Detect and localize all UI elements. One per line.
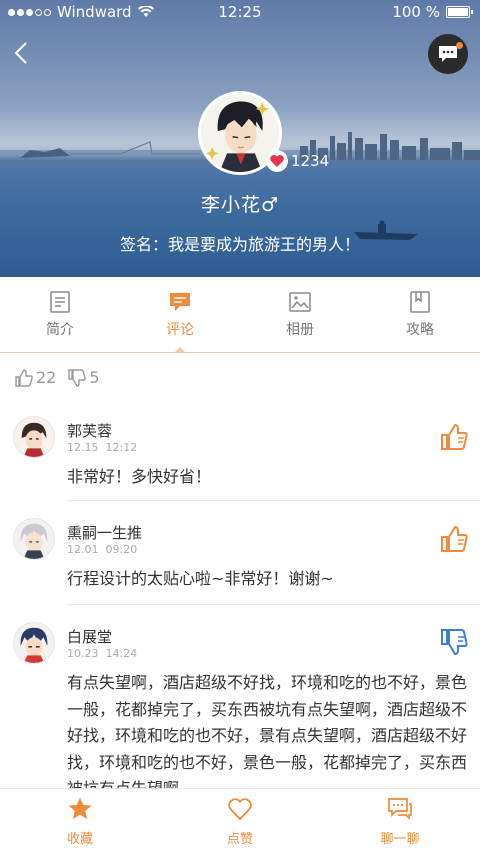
comment-timestamp: 12.15 12:12	[67, 441, 137, 454]
comment-time: 12:12	[105, 441, 138, 454]
bottom-action-bar: 收藏 点赞 聊一聊	[0, 788, 480, 853]
comment-time: 14:24	[105, 647, 138, 660]
back-icon[interactable]	[10, 40, 34, 66]
comment-item: 白展堂 10.23 14:24 有点失望啊，酒店超级不好找，环境和吃的也不好，景…	[0, 616, 480, 788]
heart-outline-icon	[228, 797, 252, 820]
comment-text: 有点失望啊，酒店超级不好找，环境和吃的也不好，景色一般，花都掉完了，买东西被坑有…	[67, 673, 468, 788]
comment-date: 12.15	[67, 441, 99, 454]
chat-label: 聊一聊	[380, 831, 420, 847]
comment-date: 12.01	[67, 543, 99, 556]
chat-bubble-icon	[388, 797, 412, 820]
avatar-image	[14, 623, 54, 663]
commenter-name: 郭芙蓉	[67, 422, 113, 440]
comment-text: 行程设计的太贴心啦~非常好！谢谢~	[67, 569, 334, 588]
like-label: 点赞	[226, 831, 253, 847]
commenter-avatar[interactable]	[13, 622, 55, 664]
favorite-button[interactable]: 收藏	[0, 789, 160, 853]
tab-comments[interactable]: 评论	[120, 277, 240, 353]
comment-timestamp: 10.23 14:24	[67, 647, 137, 660]
tab-album[interactable]: 相册	[240, 277, 360, 352]
like-count-badge: 1234	[266, 150, 329, 172]
down-vote-summary: 5	[68, 368, 100, 387]
book-icon	[410, 290, 430, 313]
up-vote-summary: 22	[15, 368, 56, 387]
down-count: 5	[89, 368, 100, 387]
photo-icon	[289, 291, 311, 312]
tab-intro-label: 简介	[46, 321, 74, 338]
battery-icon	[446, 6, 473, 18]
thumbs-up-icon[interactable]	[440, 525, 468, 553]
thumbs-down-icon[interactable]	[440, 628, 468, 656]
thumbs-up-icon[interactable]	[440, 423, 468, 451]
comment-timestamp: 12.01 09:20	[67, 543, 137, 556]
divider	[67, 604, 480, 605]
like-button[interactable]: 点赞	[160, 789, 320, 853]
commenter-name: 白展堂	[67, 628, 113, 646]
tab-comments-label: 评论	[166, 321, 194, 338]
profile-header: Windward 12:25 100 % 1234 李小花♂ 签名：我是要成为旅…	[0, 0, 480, 277]
battery-label: 100 %	[392, 3, 440, 21]
comment-date: 10.23	[67, 647, 99, 660]
comment-item: 熏嗣一生推 12.01 09:20 行程设计的太贴心啦~非常好！谢谢~	[0, 512, 480, 604]
tab-guide-label: 攻略	[406, 321, 434, 338]
comment-time: 09:20	[105, 543, 138, 556]
profile-name: 李小花♂	[200, 194, 280, 216]
avatar-image	[14, 519, 54, 559]
heart-icon	[266, 150, 288, 172]
commenter-avatar[interactable]	[13, 416, 55, 458]
thumbs-up-icon	[15, 368, 33, 387]
comment-item: 郭芙蓉 12.15 12:12 非常好！多快好省！	[0, 410, 480, 500]
status-bar: Windward 12:25 100 %	[0, 0, 480, 26]
tab-album-label: 相册	[286, 321, 314, 338]
profile-tabs: 简介 评论 相册 攻略	[0, 277, 480, 353]
message-button[interactable]	[428, 34, 468, 74]
tab-intro[interactable]: 简介	[0, 277, 120, 352]
commenter-name: 熏嗣一生推	[67, 524, 143, 542]
comment-icon	[170, 292, 190, 311]
vote-summary: 22 5	[15, 368, 100, 387]
commenter-avatar[interactable]	[13, 518, 55, 560]
star-icon	[68, 797, 92, 819]
like-count: 1234	[291, 152, 330, 170]
tab-guide[interactable]: 攻略	[360, 277, 480, 352]
thumbs-down-icon	[68, 368, 87, 387]
avatar-image	[14, 417, 54, 457]
up-count: 22	[36, 368, 57, 387]
document-icon	[50, 290, 70, 313]
chat-button[interactable]: 聊一聊	[320, 789, 480, 853]
profile-signature: 签名：我是要成为旅游王的男人！	[119, 235, 360, 254]
favorite-label: 收藏	[66, 831, 93, 847]
divider	[67, 500, 480, 501]
notification-dot	[456, 42, 463, 49]
comment-text: 非常好！多快好省！	[67, 467, 212, 486]
